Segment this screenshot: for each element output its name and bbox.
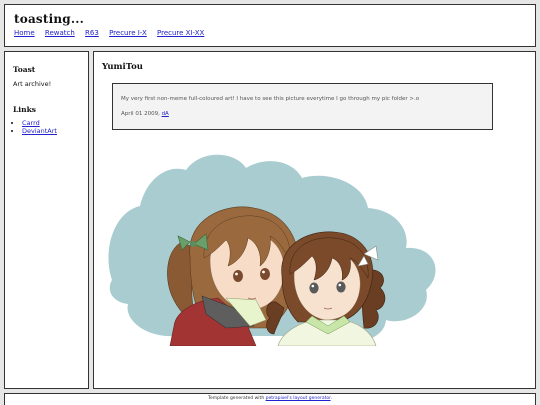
sidebar: Toast Art archive! Links Carrd DeviantAr… [4, 51, 89, 389]
nav-precure-11-20-link[interactable]: Precure XI-XX [157, 29, 204, 37]
deviantart-link[interactable]: DeviantArt [22, 127, 57, 135]
carrd-link[interactable]: Carrd [22, 119, 40, 127]
site-header: toasting... Home Rewatch R63 Precure I-X… [4, 4, 536, 47]
post-description: My very first non-meme full-coloured art… [121, 96, 420, 102]
list-item: Carrd [22, 119, 80, 127]
main-nav: Home Rewatch R63 Precure I-X Precure XI-… [14, 29, 526, 37]
list-item: DeviantArt [22, 127, 80, 135]
post-meta: April 01 2009, dA [121, 111, 484, 117]
footer-text: Template generated with [207, 396, 265, 401]
sidebar-links-list: Carrd DeviantArt [13, 119, 80, 135]
footer-suffix: . [330, 396, 332, 401]
sidebar-about-text: Art archive! [13, 80, 52, 88]
main-content: YumiTou My very first non-meme full-colo… [93, 51, 536, 389]
artwork-image [108, 154, 436, 346]
site-footer: Template generated with petrapixel's lay… [4, 393, 536, 405]
nav-home-link[interactable]: Home [14, 29, 35, 37]
post-date: April 01 2009, [121, 111, 160, 117]
nav-r63-link[interactable]: R63 [85, 29, 99, 37]
sidebar-about-heading: Toast [13, 65, 36, 74]
sidebar-links-heading: Links [13, 105, 36, 114]
layout-generator-link[interactable]: petrapixel's layout generator [266, 396, 331, 401]
nav-rewatch-link[interactable]: Rewatch [45, 29, 75, 37]
post-title: YumiTou [102, 62, 143, 72]
post-info-box: My very first non-meme full-coloured art… [112, 83, 493, 130]
site-title: toasting... [14, 12, 85, 26]
nav-precure-1-10-link[interactable]: Precure I-X [109, 29, 147, 37]
post-author-link[interactable]: dA [162, 111, 169, 117]
